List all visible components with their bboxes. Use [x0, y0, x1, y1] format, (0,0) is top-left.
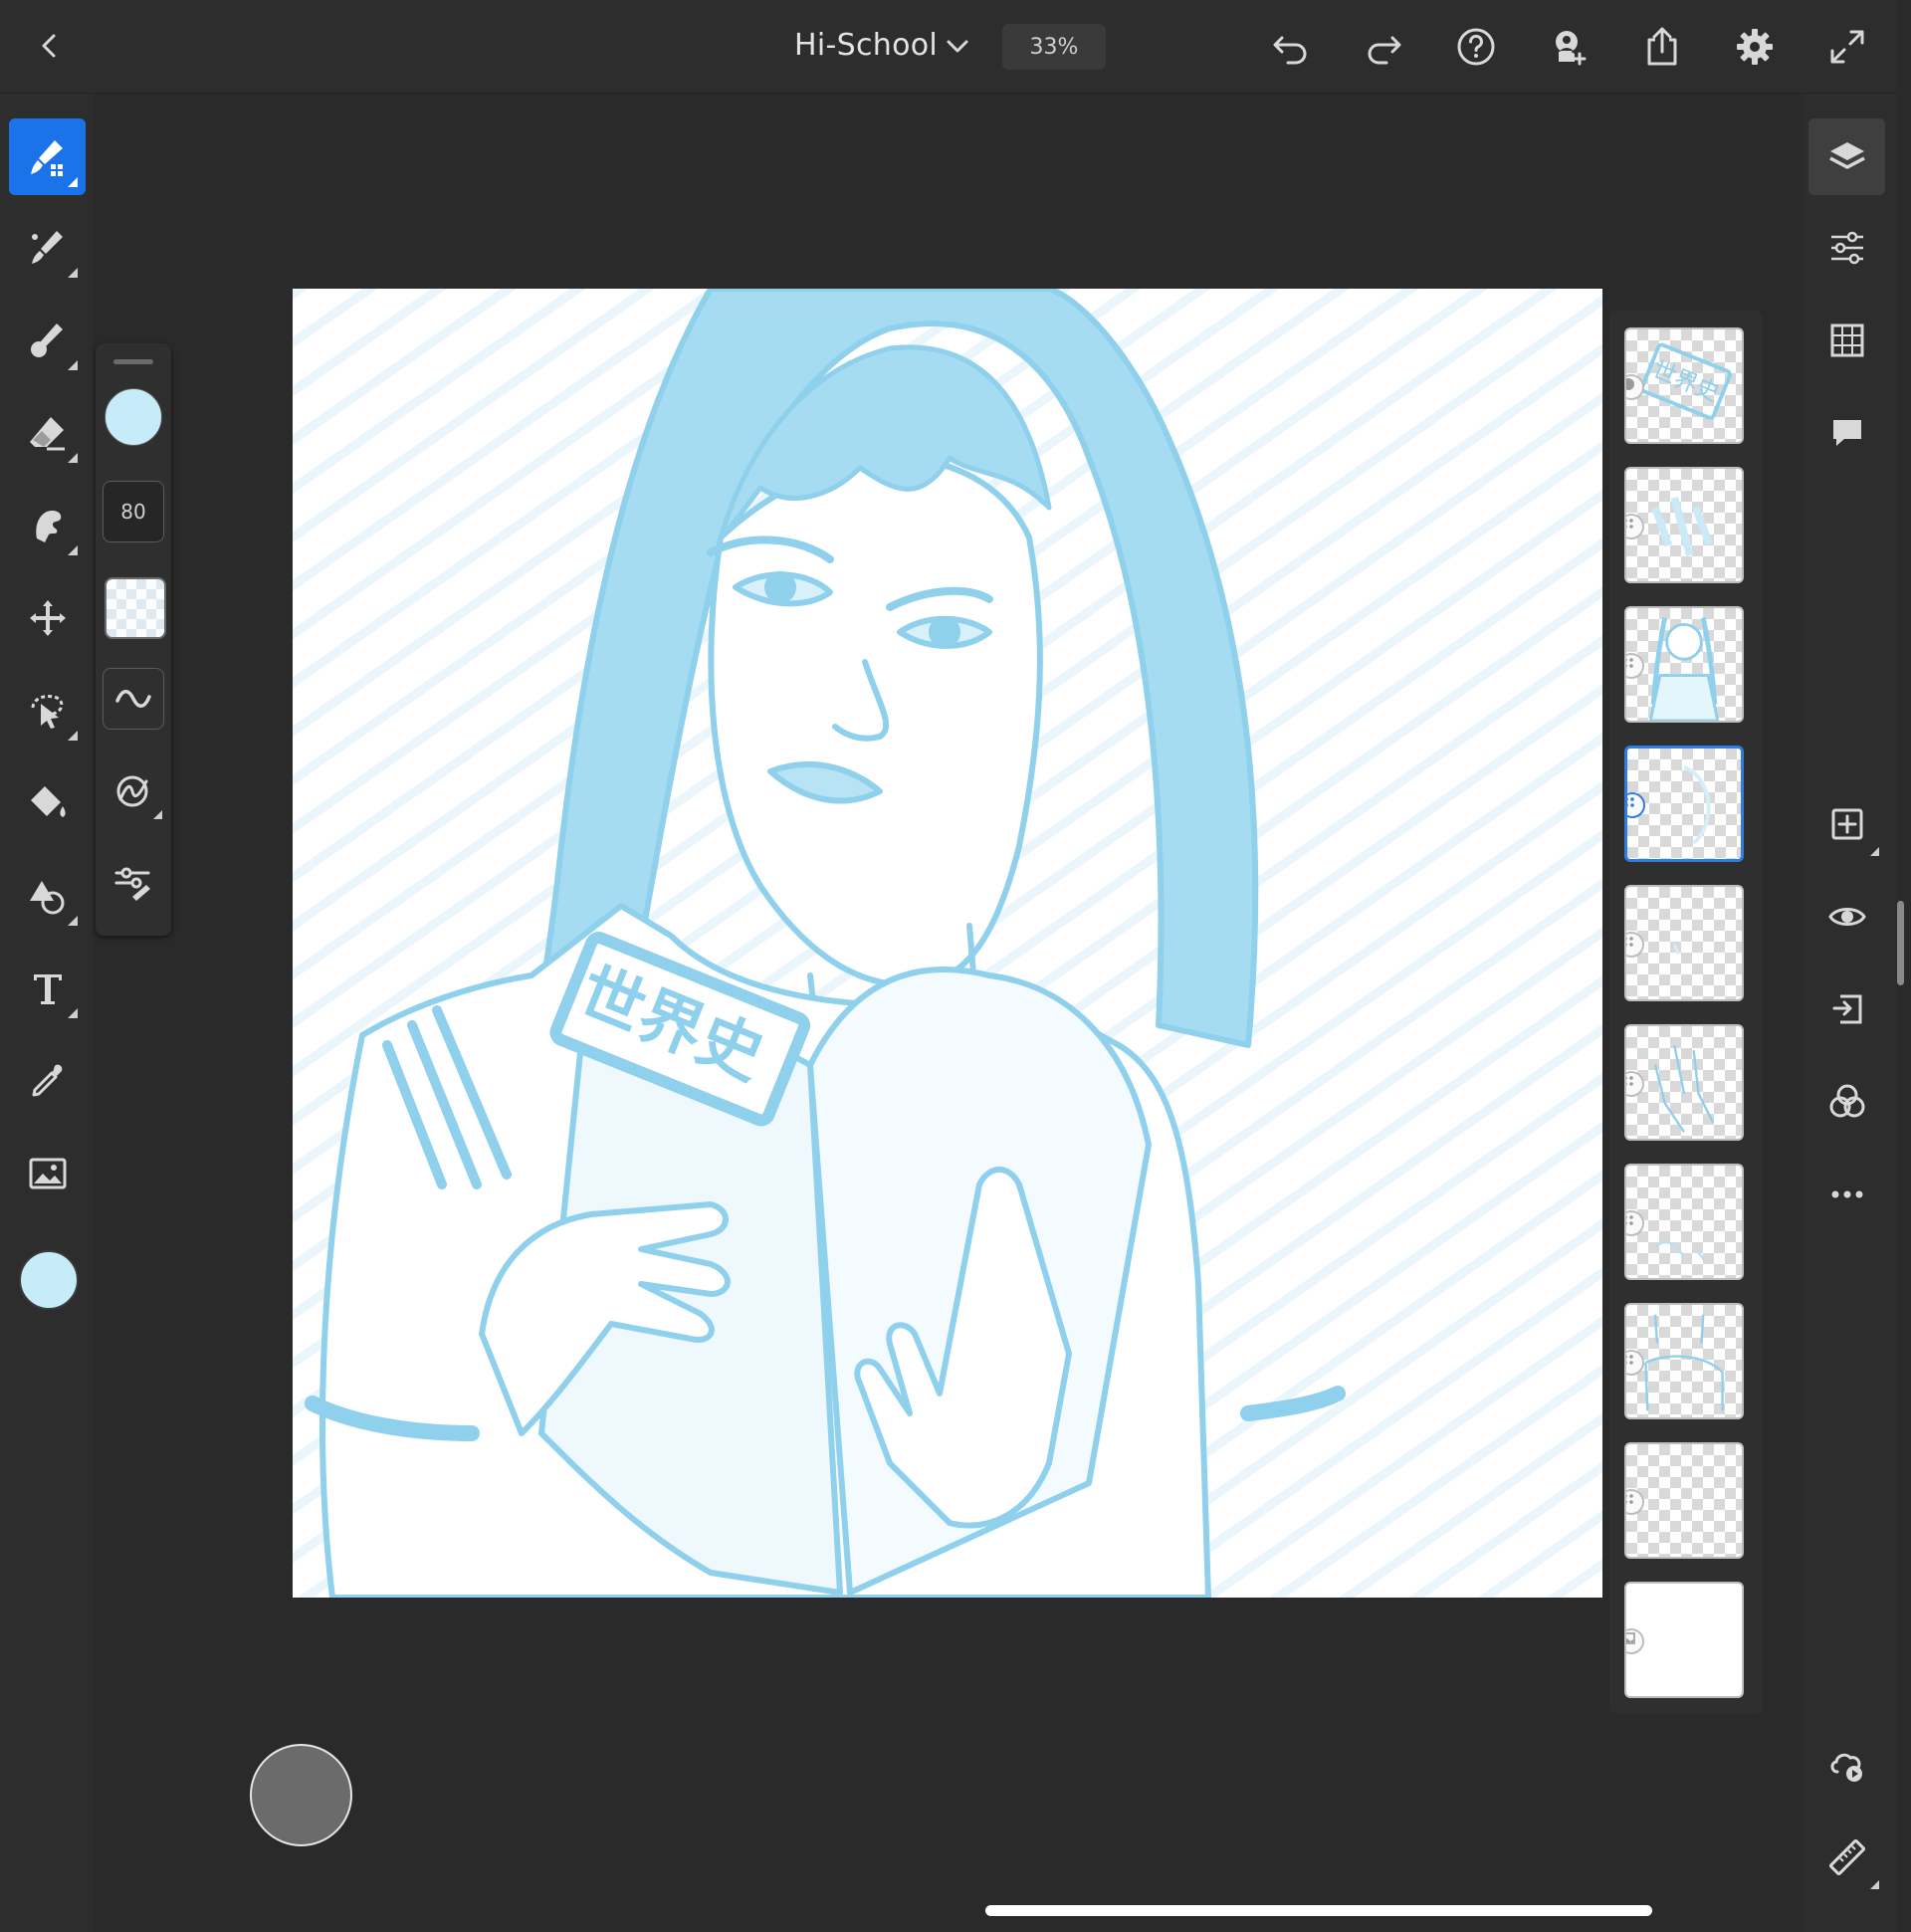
chevron-down-icon[interactable] — [941, 30, 974, 64]
tool-options-indicator — [68, 177, 78, 187]
panel-handle[interactable] — [113, 359, 153, 364]
tool-options-indicator — [1870, 847, 1879, 856]
shape-tool[interactable] — [9, 857, 86, 934]
comments-button[interactable] — [1808, 394, 1885, 471]
eyedropper-tool[interactable] — [9, 1042, 86, 1119]
ruler-button[interactable] — [1808, 1819, 1885, 1895]
pressure-icon — [116, 775, 148, 807]
layers-icon — [1828, 141, 1865, 169]
tool-options-indicator — [68, 268, 78, 278]
brush-properties-panel: 80 — [96, 343, 171, 936]
layer-blend-dot[interactable] — [1626, 1489, 1644, 1515]
blend-modes-button[interactable] — [1808, 1063, 1885, 1140]
more-options-button[interactable] — [1808, 1156, 1885, 1232]
brush-color-swatch[interactable] — [105, 388, 162, 446]
image-layer-icon[interactable] — [1626, 1628, 1644, 1654]
merge-down-icon — [1832, 994, 1861, 1023]
brush-smoothing-button[interactable] — [103, 668, 164, 730]
pixel-brush-tool[interactable] — [9, 118, 86, 195]
eye-icon — [1827, 907, 1866, 926]
image-tool[interactable] — [9, 1135, 86, 1211]
share-icon[interactable] — [1639, 24, 1685, 70]
tool-options-indicator — [68, 545, 78, 555]
tool-options-indicator — [68, 916, 78, 926]
layer-visibility-button[interactable] — [1808, 878, 1885, 955]
live-brush-tool[interactable] — [9, 209, 86, 286]
layer-thumbnail[interactable] — [1624, 467, 1744, 583]
right-toolbar — [1804, 94, 1896, 1932]
layer-thumbnail[interactable] — [1624, 885, 1744, 1001]
settings-icon[interactable] — [1732, 24, 1778, 70]
top-bar: Hi-School 33% — [0, 0, 1896, 94]
layer-thumbnail[interactable] — [1624, 606, 1744, 723]
layer-thumbnail[interactable]: 世界史 — [1624, 327, 1744, 444]
fill-tool[interactable] — [9, 764, 86, 841]
layers-button[interactable] — [1808, 118, 1885, 195]
tool-options-indicator — [68, 453, 78, 463]
brush-opacity-swatch[interactable] — [105, 577, 166, 639]
layer-thumbnail-selected[interactable] — [1624, 746, 1744, 862]
layer-thumbnail[interactable] — [1624, 1164, 1744, 1280]
layer-thumbnail[interactable] — [1624, 1024, 1744, 1141]
layers-panel: 世界史 — [1609, 311, 1763, 1714]
selection-tool[interactable] — [9, 672, 86, 749]
layer-thumbnail[interactable] — [1624, 1442, 1744, 1559]
tool-options-indicator — [153, 810, 162, 819]
brush-pressure-button[interactable] — [103, 761, 162, 821]
document-title[interactable]: Hi-School — [794, 28, 938, 63]
cloud-play-icon — [1830, 1753, 1862, 1782]
comment-icon — [1832, 419, 1861, 446]
brush-size-field[interactable]: 80 — [103, 481, 164, 542]
merge-layer-button[interactable] — [1808, 970, 1885, 1047]
tool-options-indicator — [68, 1008, 78, 1018]
invite-icon[interactable] — [1547, 24, 1592, 70]
blend-circles-icon — [1829, 1084, 1864, 1117]
undo-icon[interactable] — [1268, 24, 1314, 70]
artwork: 世界史 — [293, 289, 1602, 1598]
color-swatch[interactable] — [19, 1250, 79, 1310]
tool-options-indicator — [68, 360, 78, 370]
fullscreen-icon[interactable] — [1824, 24, 1870, 70]
tool-options-indicator — [68, 731, 78, 741]
redo-icon[interactable] — [1361, 24, 1406, 70]
more-dots-icon — [1831, 1190, 1862, 1197]
left-toolbar — [0, 94, 93, 1932]
ruler-icon — [1828, 1838, 1865, 1875]
touch-shortcut-button[interactable] — [250, 1744, 352, 1846]
right-panel-scrollbar[interactable] — [1897, 901, 1904, 985]
layer-thumbnail[interactable] — [1624, 1303, 1744, 1419]
brush-settings-icon — [114, 867, 150, 901]
sliders-icon — [1830, 231, 1863, 264]
transform-tool[interactable] — [9, 579, 86, 656]
vector-brush-tool[interactable] — [9, 302, 86, 378]
add-layer-icon — [1831, 808, 1862, 839]
grid-icon — [1830, 323, 1863, 356]
home-indicator[interactable] — [985, 1905, 1652, 1916]
add-layer-button[interactable] — [1808, 785, 1885, 862]
grid-button[interactable] — [1808, 302, 1885, 378]
drawing-canvas[interactable]: 世界史 — [293, 289, 1602, 1598]
text-tool[interactable] — [9, 950, 86, 1026]
zoom-level[interactable]: 33% — [1002, 24, 1106, 70]
tool-options-indicator — [1870, 1880, 1879, 1889]
eraser-tool[interactable] — [9, 394, 86, 471]
back-icon[interactable] — [30, 26, 70, 66]
livestream-button[interactable] — [1808, 1726, 1885, 1803]
wave-icon — [115, 690, 151, 708]
layer-thumbnail-background[interactable] — [1624, 1582, 1744, 1698]
brush-settings-button[interactable] — [103, 853, 162, 913]
smudge-tool[interactable] — [9, 487, 86, 563]
help-icon[interactable] — [1453, 24, 1499, 70]
adjustments-button[interactable] — [1808, 209, 1885, 286]
